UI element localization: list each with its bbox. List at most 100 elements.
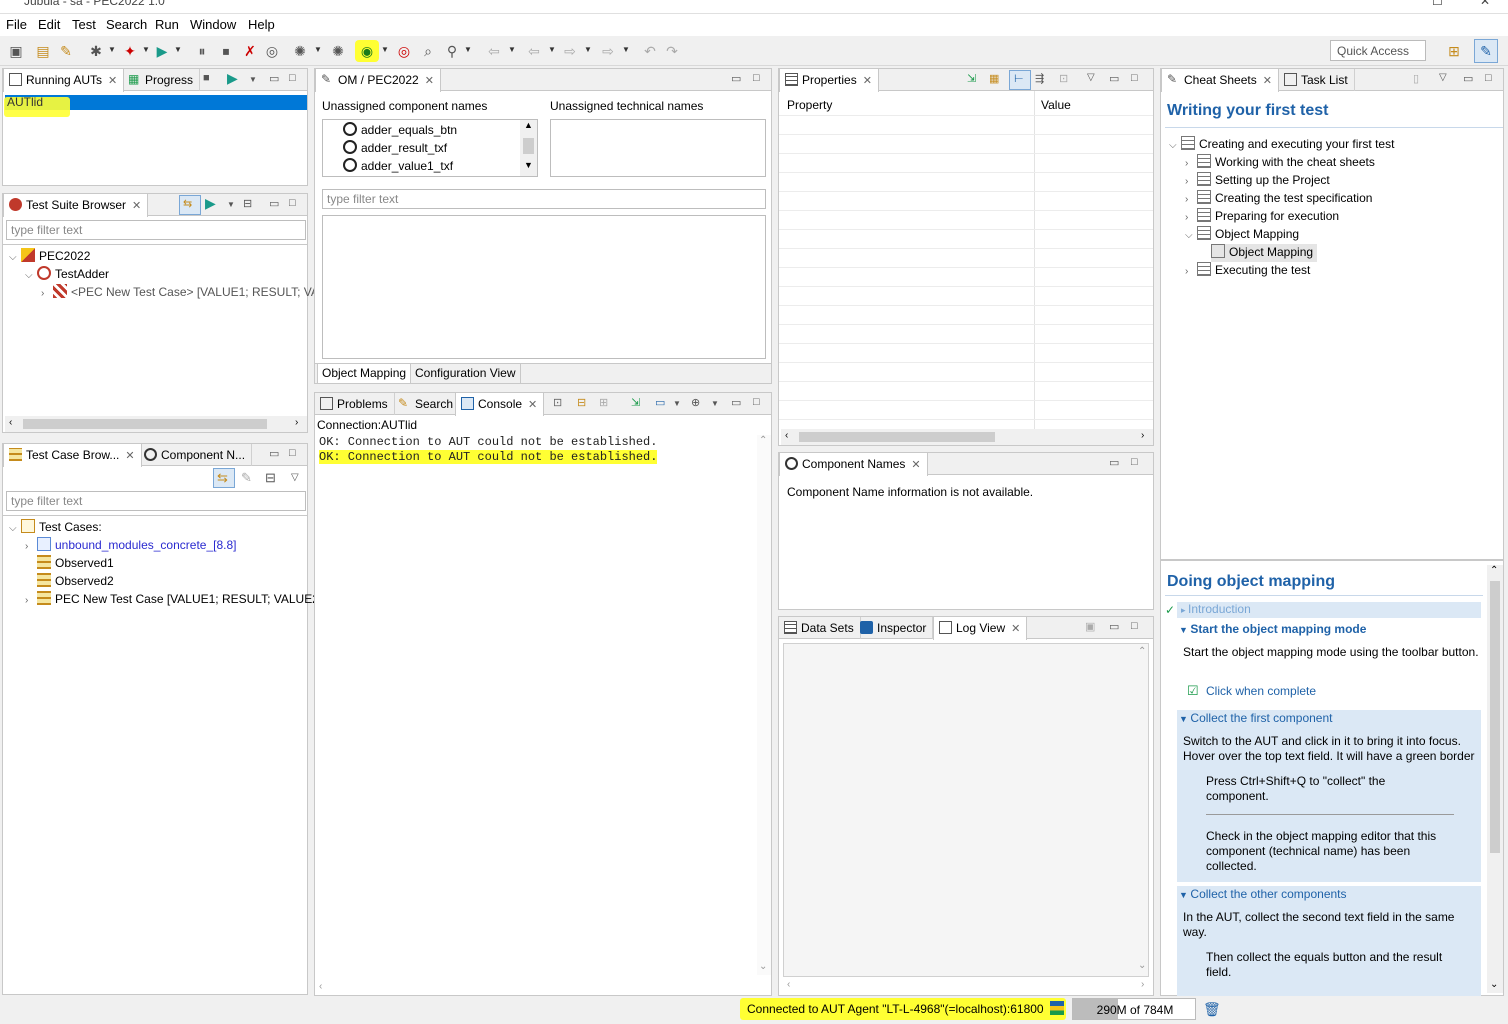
tab-properties[interactable]: Properties ✕	[779, 69, 879, 92]
cheat-sheet-toolbar-icon[interactable]: ▯	[1413, 72, 1419, 85]
quick-access-input[interactable]: Quick Access	[1330, 40, 1426, 61]
perspective-icon[interactable]: ✎	[1478, 43, 1494, 59]
tab-configuration-view[interactable]: Configuration View	[411, 364, 521, 384]
menu-test[interactable]: Test	[72, 17, 96, 32]
list-item[interactable]: adder_result_txf	[343, 140, 447, 158]
garbage-collect-icon[interactable]: 🗑	[1203, 1001, 1221, 1018]
minimize-icon[interactable]: ▭	[1109, 72, 1119, 85]
close-window-button[interactable]: ✕	[1480, 0, 1490, 8]
tab-inspector[interactable]: Inspector	[855, 617, 934, 639]
tab-test-case-browser[interactable]: Test Case Brow... ✕	[3, 444, 142, 467]
clear-console-icon[interactable]: ⊡	[553, 396, 562, 409]
maximize-icon[interactable]: □	[753, 72, 760, 84]
view-menu-icon[interactable]: ▽	[291, 472, 299, 483]
run-suite-icon[interactable]: ▶	[205, 195, 216, 212]
filter-icon[interactable]: ⇶	[1035, 72, 1044, 85]
tree-test-case[interactable]: › PEC New Test Case [VALUE1; RESULT; VALU…	[25, 591, 322, 609]
collapse-icon[interactable]: ⊟	[265, 470, 276, 486]
step3-header[interactable]: ▼ Collect the other components	[1179, 887, 1347, 901]
cheat-tree-item[interactable]: › Setting up the Project	[1185, 172, 1330, 190]
word-wrap-icon[interactable]: ⊞	[599, 396, 608, 409]
connect-icon[interactable]: ✺	[330, 43, 346, 59]
breakpoint-icon[interactable]: ✗	[242, 43, 258, 59]
redo-icon[interactable]: ↷	[664, 43, 680, 59]
tab-test-suite-browser[interactable]: Test Suite Browser ✕	[3, 194, 149, 217]
cheat-tree-root[interactable]: ⌵ Creating and executing your first test	[1169, 136, 1394, 154]
tab-om-editor[interactable]: ✎ OM / PEC2022 ✕	[315, 69, 441, 92]
run-icon[interactable]: ▶	[227, 70, 238, 87]
cheat-tree-item[interactable]: › Preparing for execution	[1185, 208, 1339, 226]
mapped-components-tree[interactable]	[322, 215, 766, 359]
vertical-scrollbar[interactable]: ⌃ ⌄	[757, 435, 771, 975]
tree-category[interactable]: › unbound_modules_concrete_[8.8]	[25, 537, 236, 555]
categories-icon[interactable]: ▦	[989, 72, 999, 85]
undo-icon[interactable]: ↶	[642, 43, 658, 59]
minimize-icon[interactable]: ▭	[731, 72, 741, 85]
pin-console-icon[interactable]: ⇲	[631, 396, 640, 409]
minimize-icon[interactable]: ▭	[1109, 620, 1119, 633]
link-editor-icon[interactable]: ⇆	[183, 197, 192, 210]
stop-icon[interactable]: ■	[203, 72, 210, 84]
wand-icon[interactable]: ✎	[58, 43, 74, 59]
inspect-icon[interactable]: ⚲	[444, 43, 460, 59]
list-item[interactable]: adder_value1_txf	[343, 158, 453, 176]
pause-icon[interactable]: ⏸	[194, 43, 210, 59]
maximize-icon[interactable]: □	[289, 72, 296, 84]
cheat-tree-item[interactable]: › Creating the test specification	[1185, 190, 1372, 208]
tab-object-mapping[interactable]: Object Mapping	[317, 364, 412, 384]
horizontal-scrollbar[interactable]: ‹ ›	[781, 429, 1153, 445]
stop-icon[interactable]: ⏹	[218, 43, 234, 59]
run-icon[interactable]: ▶	[154, 43, 170, 59]
maximize-icon[interactable]: □	[289, 447, 296, 459]
table-icon[interactable]: ▤	[35, 43, 51, 59]
tab-task-list[interactable]: Task List	[1279, 69, 1355, 91]
vertical-scrollbar[interactable]: ⌃ ⌄	[1487, 565, 1503, 993]
tab-console[interactable]: Console ✕	[455, 393, 545, 416]
tab-search[interactable]: ✎ Search	[393, 393, 461, 415]
click-when-complete-link[interactable]: Click when complete	[1206, 684, 1316, 698]
minimize-icon[interactable]: ▭	[731, 396, 741, 409]
record-icon[interactable]: ◎	[264, 43, 280, 59]
back-icon[interactable]: ⇦	[486, 43, 502, 59]
forward-icon[interactable]: ⇨	[600, 43, 616, 59]
unassigned-component-list[interactable]: adder_equals_btn adder_result_txf adder_…	[322, 119, 538, 177]
menu-search[interactable]: Search	[106, 17, 147, 32]
tab-cheat-sheets[interactable]: ✎ Cheat Sheets ✕	[1161, 69, 1279, 92]
list-item[interactable]: adder_equals_btn	[343, 122, 457, 140]
minimize-icon[interactable]: ▭	[1463, 72, 1473, 85]
tab-running-auts[interactable]: Running AUTs ✕	[3, 69, 125, 92]
save-icon[interactable]: ▣	[8, 43, 24, 59]
prev-icon[interactable]: ⇦	[526, 43, 542, 59]
aut-item[interactable]: AUTlid	[7, 95, 43, 109]
tab-component-names-view[interactable]: Component Names ✕	[779, 453, 928, 476]
step-start-mapping[interactable]: ▼ Start the object mapping mode	[1179, 622, 1366, 636]
object-mapping-icon[interactable]: ◉	[359, 43, 375, 59]
maximize-icon[interactable]: □	[289, 197, 296, 209]
menu-edit[interactable]: Edit	[38, 17, 60, 32]
cheat-tree-item[interactable]: › Executing the test	[1185, 262, 1310, 280]
cheat-tree-item[interactable]: › Working with the cheat sheets	[1185, 154, 1375, 172]
step2-header[interactable]: ▼ Collect the first component	[1179, 711, 1333, 725]
view-menu-icon[interactable]: ▽	[1439, 72, 1447, 83]
minimize-icon[interactable]: ▭	[269, 197, 279, 210]
tab-data-sets[interactable]: Data Sets	[779, 617, 861, 639]
menu-file[interactable]: File	[6, 17, 27, 32]
display-console-icon[interactable]: ▭	[655, 396, 665, 409]
test-case-filter-input[interactable]: type filter text	[6, 491, 306, 511]
scroll-lock-icon[interactable]: ⊟	[577, 396, 586, 409]
edit-icon[interactable]: ✎	[241, 470, 252, 486]
tab-log-view[interactable]: Log View ✕	[933, 617, 1028, 640]
tree-test-suite[interactable]: ⌵ TestAdder	[25, 266, 109, 284]
maximize-icon[interactable]: □	[1485, 72, 1492, 84]
menu-run[interactable]: Run	[155, 17, 179, 32]
tree-test-case-ref[interactable]: › <PEC New Test Case> [VALUE1; RESULT; VA…	[41, 284, 326, 302]
minimize-icon[interactable]: ▭	[269, 72, 279, 85]
next-icon[interactable]: ⇨	[562, 43, 578, 59]
vertical-scrollbar[interactable]: ▲ ▼	[520, 120, 537, 176]
maximize-icon[interactable]: □	[1131, 456, 1138, 468]
unassigned-technical-list[interactable]	[550, 119, 766, 177]
search-icon[interactable]: ⌕	[420, 43, 436, 59]
restore-default-icon[interactable]: ⊡	[1059, 72, 1068, 85]
tree-project[interactable]: ⌵ PEC2022	[9, 248, 90, 266]
link-editor-icon[interactable]: ⇆	[217, 470, 228, 486]
